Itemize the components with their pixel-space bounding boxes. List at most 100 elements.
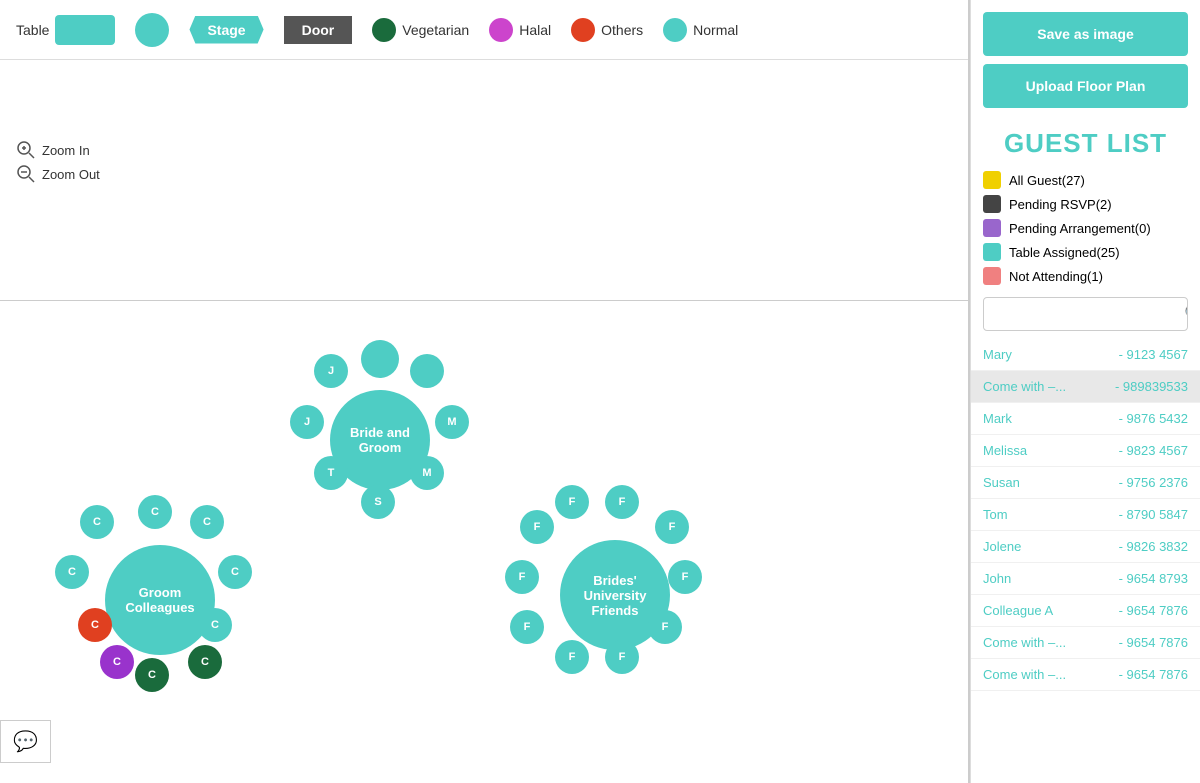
guest-name: Come with –... [983,379,1066,394]
groom-colleagues-table[interactable]: GroomColleagues [105,545,215,655]
filter-item-2[interactable]: Pending Arrangement(0) [983,219,1188,237]
guest-row[interactable]: Mary - 9123 4567 [971,339,1200,371]
guest-list-title: GUEST LIST [971,120,1200,167]
zoom-out-label: Zoom Out [42,167,100,182]
zoom-in-button[interactable]: Zoom In [16,140,100,160]
guest-row[interactable]: Come with –... - 9654 7876 [971,627,1200,659]
chat-area: 💬 [0,720,51,763]
filter-dot-0 [983,171,1001,189]
guest-phone: - 9654 7876 [1119,603,1188,618]
buf-seat-bot-l: F [555,640,589,674]
legend-vegetarian: Vegetarian [372,18,469,42]
stage-label: Stage [189,16,263,44]
zoom-in-label: Zoom In [42,143,90,158]
zoom-in-icon [16,140,36,160]
search-bar: 🔍 [983,297,1188,331]
guest-row[interactable]: Mark- 9876 5432 [971,403,1200,435]
gc-seat-bot-dark: C [135,658,169,692]
gc-seat-bl-orange: C [78,608,112,642]
legend-others: Others [571,18,643,42]
guest-phone: - 9123 4567 [1119,347,1188,362]
filter-dot-1 [983,195,1001,213]
zoom-out-button[interactable]: Zoom Out [16,164,100,184]
seat-dot-bot: S [361,485,395,519]
upload-floor-plan-button[interactable]: Upload Floor Plan [983,64,1188,108]
guest-phone: - 9826 3832 [1119,539,1188,554]
legend-stage: Stage [189,16,263,44]
guest-phone: - 9756 2376 [1119,475,1188,490]
guest-name: John [983,571,1011,586]
buf-seat-r: F [668,560,702,594]
divider-line [0,300,968,301]
filter-item-4[interactable]: Not Attending(1) [983,267,1188,285]
filter-label-1: Pending RSVP(2) [1009,197,1112,212]
guest-row[interactable]: Come with –... - 9654 7876 [971,659,1200,691]
seat-dot-br: M [410,456,444,490]
floor-canvas: Zoom In Zoom Out Bride andGroom [0,60,968,783]
filter-item-1[interactable]: Pending RSVP(2) [983,195,1188,213]
legend-normal: Normal [663,18,738,42]
seat-dot-tr [410,354,444,388]
guest-row[interactable]: Jolene- 9826 3832 [971,531,1200,563]
buf-seat-bot-r: F [605,640,639,674]
seat-dot-r: M [435,405,469,439]
seat-dot-bl: T [314,456,348,490]
guest-name: Mark [983,411,1012,426]
guest-name: Tom [983,507,1008,522]
legend-table: Table [16,15,115,45]
guest-row[interactable]: Susan - 9756 2376 [971,467,1200,499]
buf-seat-r-bot: F [648,610,682,644]
halal-label: Halal [519,22,551,38]
seat-dot-top [361,340,399,378]
vegetarian-label: Vegetarian [402,22,469,38]
gc-seat-tr: C [190,505,224,539]
guest-phone: - 9654 7876 [1119,667,1188,682]
main-floor-area: Table Stage Door Vegetarian Halal Others… [0,0,970,783]
guest-row[interactable]: Melissa- 9823 4567 [971,435,1200,467]
filter-dot-2 [983,219,1001,237]
circle-icon [135,13,169,47]
guest-name: Colleague A [983,603,1053,618]
legend-circle [135,13,169,47]
filter-label-0: All Guest(27) [1009,173,1085,188]
buf-seat-l-bot: F [510,610,544,644]
guest-phone: - 8790 5847 [1119,507,1188,522]
filter-label-3: Table Assigned(25) [1009,245,1120,260]
search-input[interactable] [984,301,1176,328]
buf-seat-l-top: F [520,510,554,544]
zoom-out-icon [16,164,36,184]
filter-dot-4 [983,267,1001,285]
guest-name: Come with –... [983,635,1066,650]
guest-row[interactable]: Come with –... - 989839533 [971,371,1200,403]
filter-item-3[interactable]: Table Assigned(25) [983,243,1188,261]
seat-dot-tl: J [314,354,348,388]
guest-row[interactable]: Colleague A - 9654 7876 [971,595,1200,627]
gc-seat-r: C [218,555,252,589]
save-image-button[interactable]: Save as image [983,12,1188,56]
zoom-controls: Zoom In Zoom Out [16,140,100,184]
guest-filters: All Guest(27) Pending RSVP(2) Pending Arra… [971,167,1200,289]
guest-phone: - 9654 8793 [1119,571,1188,586]
guest-name: Come with –... [983,667,1066,682]
gc-seat-bl-purple: C [100,645,134,679]
search-button[interactable]: 🔍 [1176,298,1188,330]
others-label: Others [601,22,643,38]
table-icon [55,15,115,45]
guest-phone: - 9823 4567 [1119,443,1188,458]
buf-seat-tl: F [555,485,589,519]
legend-door: Door [284,16,353,44]
guest-name: Mary [983,347,1012,362]
guest-phone: - 9654 7876 [1119,635,1188,650]
filter-label-2: Pending Arrangement(0) [1009,221,1151,236]
normal-label: Normal [693,22,738,38]
filter-item-0[interactable]: All Guest(27) [983,171,1188,189]
guest-row[interactable]: Tom - 8790 5847 [971,499,1200,531]
guest-row[interactable]: John - 9654 8793 [971,563,1200,595]
guest-name: Susan [983,475,1020,490]
normal-dot-icon [663,18,687,42]
gc-seat-br: C [198,608,232,642]
others-dot-icon [571,18,595,42]
gc-seat-l: C [55,555,89,589]
guest-phone: - 989839533 [1115,379,1188,394]
chat-icon[interactable]: 💬 [13,729,38,754]
